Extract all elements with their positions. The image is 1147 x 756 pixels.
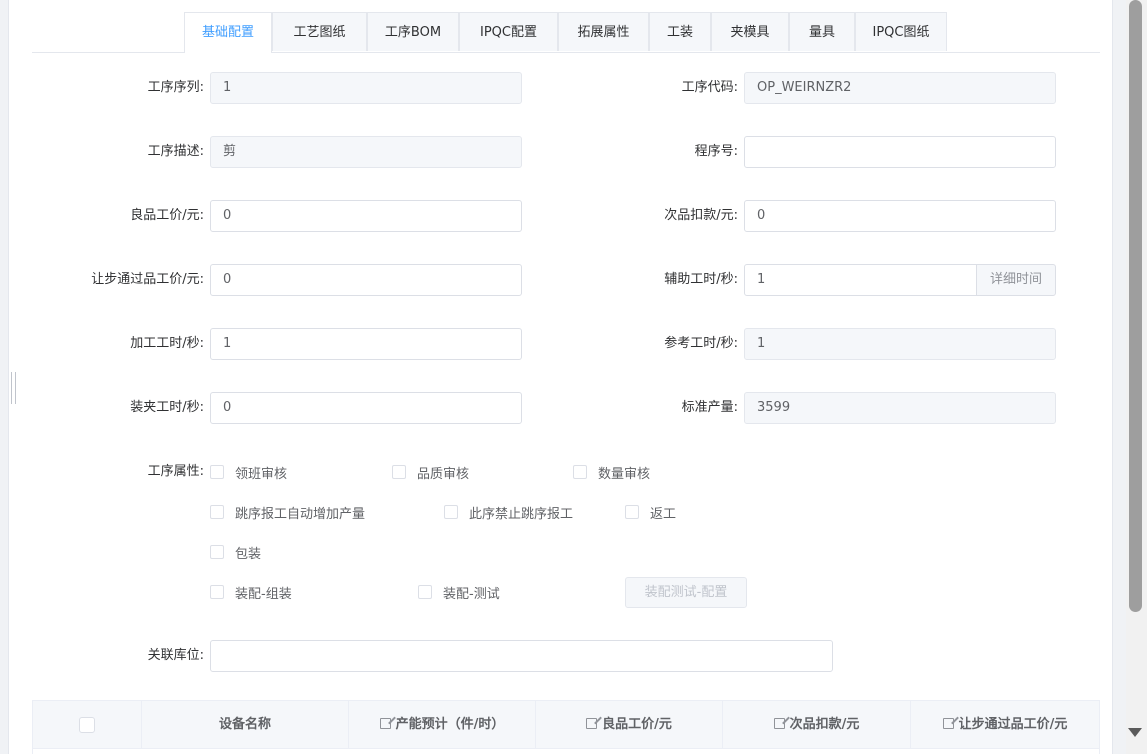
checkbox-label: 数量审核 [598, 466, 651, 482]
tab-process-drawing[interactable]: 工艺图纸 [272, 12, 367, 51]
equipment-table: 设备名称 产能预计（件/时） 良品工价/元 次品扣款/元 让步通过品工价/元 [32, 700, 1100, 756]
tab-basic-config[interactable]: 基础配置 [184, 12, 272, 53]
checkbox-label: 领班审核 [235, 466, 288, 482]
pass-price-input[interactable]: 0 [210, 264, 522, 296]
checkbox-icon[interactable] [392, 465, 406, 479]
detail-time-button[interactable]: 详细时间 [976, 264, 1056, 296]
checkbox-foreman-review[interactable]: 领班审核 [210, 462, 287, 482]
header-text: 次品扣款/元 [789, 717, 860, 732]
clamp-time-label: 装夹工时/秒: [130, 400, 204, 415]
program-no-label: 程序号: [694, 144, 738, 159]
tab-ipqc-config[interactable]: IPQC配置 [459, 12, 558, 51]
std-output-label: 标准产量: [681, 400, 738, 415]
edit-icon [586, 718, 598, 729]
checkbox-assembly-test[interactable]: 装配-测试 [418, 582, 500, 602]
process-attr-label: 工序属性: [147, 464, 204, 479]
process-code-input[interactable]: OP_WEIRNZR2 [744, 72, 1056, 104]
checkbox-forbid-skip-report[interactable]: 此序禁止跳序报工 [444, 502, 573, 522]
checkbox-label: 此序禁止跳序报工 [469, 506, 574, 522]
checkbox-icon[interactable] [210, 465, 224, 479]
table-header-pass-price: 让步通过品工价/元 [911, 701, 1099, 748]
header-text: 让步通过品工价/元 [958, 717, 1068, 732]
edit-icon [942, 718, 954, 729]
ref-time-input[interactable]: 1 [744, 328, 1056, 360]
scroll-down-arrow-icon[interactable] [1128, 728, 1142, 737]
defect-deduct-input[interactable]: 0 [744, 200, 1056, 232]
checkbox-icon[interactable] [444, 505, 458, 519]
checkbox-label: 装配-组装 [235, 586, 292, 602]
clamp-time-input[interactable]: 0 [210, 392, 522, 424]
resize-handle[interactable] [11, 372, 16, 404]
checkbox-quantity-review[interactable]: 数量审核 [573, 462, 650, 482]
checkbox-label: 品质审核 [417, 466, 470, 482]
tab-ipqc-drawing[interactable]: IPQC图纸 [855, 12, 947, 51]
checkbox-label: 跳序报工自动增加产量 [235, 506, 366, 522]
aux-time-input[interactable]: 1 [744, 264, 977, 296]
checkbox-icon[interactable] [210, 585, 224, 599]
proc-time-input[interactable]: 1 [210, 328, 522, 360]
select-all-checkbox[interactable] [79, 716, 95, 733]
good-price-input[interactable]: 0 [210, 200, 522, 232]
table-header-select [33, 701, 142, 748]
table-header-defect-deduct: 次品扣款/元 [723, 701, 911, 748]
program-no-input[interactable] [744, 136, 1056, 168]
process-seq-input[interactable]: 1 [210, 72, 522, 104]
checkbox-label: 包装 [235, 546, 262, 562]
defect-deduct-label: 次品扣款/元: [664, 208, 738, 223]
tab-bar: 基础配置 工艺图纸 工序BOM IPQC配置 拓展属性 工装 夹模具 量具 IP… [32, 12, 1100, 53]
checkbox-icon[interactable] [210, 505, 224, 519]
tab-gauges[interactable]: 量具 [789, 12, 855, 51]
checkbox-icon[interactable] [210, 545, 224, 559]
process-seq-label: 工序序列: [147, 80, 204, 95]
checkbox-skip-report-auto-output[interactable]: 跳序报工自动增加产量 [210, 502, 365, 522]
tab-tooling[interactable]: 工装 [649, 12, 711, 51]
tab-fixtures[interactable]: 夹模具 [711, 12, 789, 51]
checkbox-icon[interactable] [418, 585, 432, 599]
process-desc-label: 工序描述: [147, 144, 204, 159]
checkbox-label: 返工 [650, 506, 677, 522]
process-desc-input[interactable]: 剪 [210, 136, 522, 168]
good-price-label: 良品工价/元: [130, 208, 204, 223]
aux-time-label: 辅助工时/秒: [664, 272, 738, 287]
table-body [33, 748, 1099, 756]
checkbox-icon[interactable] [573, 465, 587, 479]
checkbox-assembly-build[interactable]: 装配-组装 [210, 582, 292, 602]
edit-icon [773, 718, 785, 729]
checkbox-rework[interactable]: 返工 [625, 502, 676, 522]
tab-process-bom[interactable]: 工序BOM [367, 12, 459, 51]
std-output-input[interactable]: 3599 [744, 392, 1056, 424]
process-code-label: 工序代码: [681, 80, 738, 95]
pass-price-label: 让步通过品工价/元: [91, 272, 204, 287]
table-header-equipment-name: 设备名称 [142, 701, 349, 748]
scrollbar-thumb[interactable] [1129, 0, 1142, 612]
edit-icon [379, 718, 391, 729]
header-text: 良品工价/元 [602, 717, 672, 732]
location-input[interactable] [210, 640, 833, 672]
checkbox-quality-review[interactable]: 品质审核 [392, 462, 469, 482]
assembly-test-config-button[interactable]: 装配测试-配置 [625, 577, 747, 608]
checkbox-packaging[interactable]: 包装 [210, 542, 261, 562]
table-header-good-price: 良品工价/元 [536, 701, 723, 748]
tab-extended-attrs[interactable]: 拓展属性 [558, 12, 649, 51]
location-label: 关联库位: [147, 648, 204, 663]
header-text: 产能预计（件/时） [395, 717, 505, 732]
proc-time-label: 加工工时/秒: [130, 336, 204, 351]
checkbox-icon[interactable] [625, 505, 639, 519]
ref-time-label: 参考工时/秒: [664, 336, 738, 351]
left-panel-edge [0, 0, 9, 754]
checkbox-label: 装配-测试 [443, 586, 500, 602]
table-header-capacity: 产能预计（件/时） [349, 701, 536, 748]
right-panel-edge [1112, 0, 1127, 754]
